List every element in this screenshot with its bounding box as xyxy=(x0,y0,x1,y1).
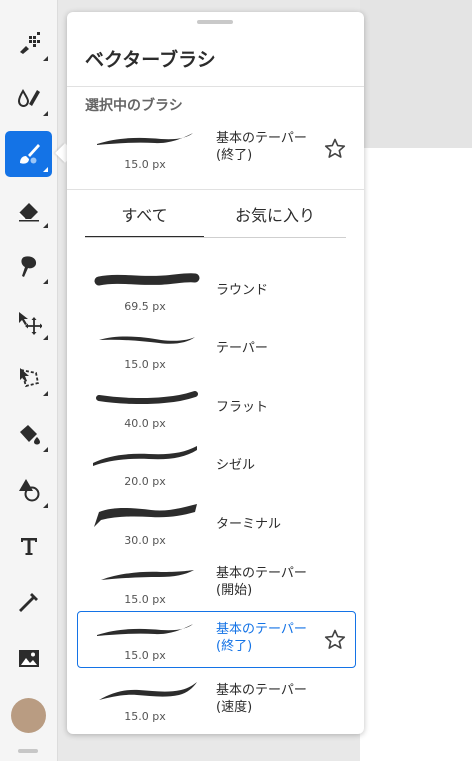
vector-brush-icon xyxy=(19,144,40,164)
divider xyxy=(67,86,364,87)
brush-name: シゼル xyxy=(216,458,256,473)
brush-size: 69.5 px xyxy=(124,300,166,313)
brush-name: ラウンド xyxy=(216,283,269,298)
text-tool[interactable] xyxy=(5,523,52,569)
brush-name: 基本のテーパー (終了) xyxy=(216,622,307,654)
popover-title: ベクターブラシ xyxy=(85,49,216,71)
brush-size: 20.0 px xyxy=(124,475,166,488)
shapes-tool[interactable] xyxy=(5,467,52,513)
lasso-icon xyxy=(19,368,39,388)
brush-stroke-preview xyxy=(94,504,197,527)
vector-brush-tool[interactable] xyxy=(5,131,52,177)
app-window: ベクターブラシ 選択中のブラシ 15.0 px 基本のテーパー (終了) すべて… xyxy=(0,0,472,761)
eraser-icon xyxy=(17,203,39,222)
brush-size: 30.0 px xyxy=(124,534,166,547)
brush-size: 15.0 px xyxy=(124,649,166,662)
brush-name: 基本のテーパー (速度) xyxy=(216,683,307,715)
paint-brush-icon xyxy=(17,89,40,108)
brush-size: 15.0 px xyxy=(124,593,166,606)
brush-list-item[interactable]: 40.0 px フラット xyxy=(77,381,356,437)
selected-brush-label: 選択中のブラシ xyxy=(85,98,183,114)
brush-stroke-preview xyxy=(97,624,193,636)
shapes-icon xyxy=(18,479,39,502)
left-toolbar xyxy=(0,0,58,761)
text-icon xyxy=(20,538,37,555)
fill-tool[interactable] xyxy=(5,411,52,457)
move-tool[interactable] xyxy=(5,299,52,345)
brush-size: 15.0 px xyxy=(124,710,166,723)
smudge-icon xyxy=(20,256,36,277)
brush-list-item[interactable]: 20.0 px シゼル xyxy=(77,439,356,495)
brush-list-item-selected[interactable]: 15.0 px 基本のテーパー (終了) xyxy=(77,611,356,668)
brush-list-item[interactable]: 15.0 px 基本のテーパー (開始) xyxy=(77,557,356,613)
brush-stroke-preview xyxy=(93,446,197,466)
brush-stroke-preview xyxy=(99,682,197,700)
star-icon[interactable] xyxy=(323,137,347,161)
brush-size: 40.0 px xyxy=(124,417,166,430)
brush-list-item[interactable]: 30.0 px ターミナル xyxy=(77,498,356,554)
brush-stroke-preview xyxy=(101,570,194,580)
eyedropper-tool[interactable] xyxy=(5,579,52,625)
brush-size: 15.0 px xyxy=(124,158,166,171)
brush-stroke-preview xyxy=(96,391,198,405)
brush-name: フラット xyxy=(216,400,269,415)
eyedropper-icon xyxy=(18,593,38,612)
brush-name: 基本のテーパー (終了) xyxy=(216,131,307,163)
pixel-brush-icon xyxy=(19,32,40,54)
brush-tabs: すべて お気に入り xyxy=(85,192,346,238)
tab-favorites[interactable]: お気に入り xyxy=(204,192,346,236)
color-swatch[interactable] xyxy=(11,698,46,733)
brush-list-item[interactable]: 69.5 px ラウンド xyxy=(77,264,356,320)
brush-list-item[interactable]: 15.0 px 基本のテーパー (速度) xyxy=(77,674,356,730)
eraser-tool[interactable] xyxy=(5,187,52,233)
brush-name: ターミナル xyxy=(216,517,282,532)
drag-handle[interactable] xyxy=(197,20,233,24)
brush-stroke-preview xyxy=(99,336,195,344)
lasso-tool[interactable] xyxy=(5,355,52,401)
paint-brush-tool[interactable] xyxy=(5,75,52,121)
canvas-area-lower[interactable] xyxy=(360,148,472,761)
star-icon[interactable] xyxy=(323,628,347,652)
tab-all[interactable]: すべて xyxy=(85,192,204,238)
toolbar-handle[interactable] xyxy=(18,749,38,753)
vector-brush-popover: ベクターブラシ 選択中のブラシ 15.0 px 基本のテーパー (終了) すべて… xyxy=(67,12,364,734)
move-icon xyxy=(18,312,42,335)
brush-size: 15.0 px xyxy=(124,358,166,371)
canvas-area[interactable] xyxy=(360,0,472,148)
smudge-tool[interactable] xyxy=(5,243,52,289)
brush-list-item[interactable]: 15.0 px テーパー xyxy=(77,322,356,378)
brush-name: 基本のテーパー (開始) xyxy=(216,566,307,598)
pixel-brush-tool[interactable] xyxy=(5,20,52,66)
divider xyxy=(67,189,364,190)
brush-stroke-preview xyxy=(94,273,200,286)
fill-icon xyxy=(19,425,40,445)
image-tool[interactable] xyxy=(5,635,52,681)
brush-name: テーパー xyxy=(216,341,268,356)
tab-underline xyxy=(85,237,346,238)
brush-stroke-preview xyxy=(97,133,193,145)
image-icon xyxy=(18,650,39,667)
selected-brush-row[interactable]: 15.0 px 基本のテーパー (終了) xyxy=(77,122,356,178)
